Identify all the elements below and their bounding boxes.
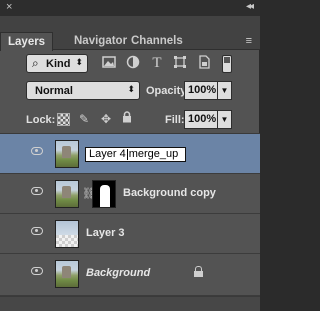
layers-list: Layer 4 merge_up ⛓ Background copy Layer …: [0, 134, 260, 296]
filter-kind-label: Kind: [46, 58, 71, 70]
rename-text-suffix: merge_up: [128, 148, 179, 160]
type-filter-icon[interactable]: T: [149, 55, 165, 71]
layer-thumbnail: [55, 140, 79, 168]
stepper-arrows-icon: ⬍: [127, 84, 135, 94]
opacity-dropdown-icon[interactable]: ▼: [218, 81, 232, 100]
layer-thumbnail: [55, 260, 79, 288]
close-icon[interactable]: ×: [6, 1, 12, 13]
visibility-eye-icon[interactable]: [31, 187, 43, 195]
tab-channels[interactable]: Channels: [131, 33, 183, 50]
blend-row: Normal ⬍ Opacity: 100% ▼: [0, 80, 260, 104]
layer-name-rename-input[interactable]: Layer 4 merge_up: [85, 147, 186, 162]
visibility-eye-icon[interactable]: [31, 267, 43, 275]
panel-footer: [0, 296, 260, 311]
layers-panel: × ◂◂ Layers Navigator Channels ≡ ⌕ Kind …: [0, 0, 260, 311]
adjustment-filter-icon[interactable]: [125, 55, 141, 71]
layer-lock-icon: [194, 266, 203, 277]
visibility-eye-icon[interactable]: [31, 227, 43, 235]
layer-row-layer-4[interactable]: Layer 4 merge_up: [0, 134, 260, 174]
lock-image-pixels-icon[interactable]: ✎: [76, 111, 92, 127]
layer-row-layer-3[interactable]: Layer 3: [0, 214, 260, 254]
opacity-input[interactable]: 100%: [184, 81, 218, 100]
lock-all-icon[interactable]: [119, 111, 135, 127]
fill-label: Fill:: [165, 114, 185, 126]
text-caret: [126, 148, 128, 160]
layer-thumbnail: [55, 220, 79, 248]
shape-filter-icon[interactable]: [172, 55, 188, 71]
layer-row-background-copy[interactable]: ⛓ Background copy: [0, 174, 260, 214]
rename-text-prefix: Layer 4: [89, 148, 126, 160]
collapse-icon[interactable]: ◂◂: [246, 1, 254, 12]
stepper-arrows-icon: ⬍: [75, 57, 83, 67]
layer-mask-thumbnail[interactable]: [92, 180, 116, 208]
panel-tabs: Layers Navigator Channels ≡: [0, 16, 260, 51]
fill-input[interactable]: 100%: [184, 110, 218, 129]
layer-thumbnail: [55, 180, 79, 208]
fill-dropdown-icon[interactable]: ▼: [218, 110, 232, 129]
lock-row: Lock: ✎ ✥ Fill: 100% ▼: [0, 106, 260, 134]
layer-name: Background: [86, 267, 151, 279]
blend-mode-value: Normal: [35, 85, 73, 97]
layer-filter-row: ⌕ Kind ⬍ T: [0, 50, 260, 77]
search-icon: ⌕: [32, 56, 39, 70]
blend-mode-select[interactable]: Normal ⬍: [26, 81, 140, 100]
image-filter-icon[interactable]: [101, 55, 117, 71]
smart-object-filter-icon[interactable]: [196, 55, 212, 71]
lock-label: Lock:: [26, 114, 56, 126]
lock-transparent-pixels-icon[interactable]: [57, 113, 70, 126]
layer-row-background[interactable]: Background: [0, 254, 260, 296]
panel-title-bar: × ◂◂: [0, 0, 260, 16]
layer-name: Background copy: [123, 187, 216, 199]
tab-navigator[interactable]: Navigator: [74, 33, 127, 50]
panel-menu-icon[interactable]: ≡: [246, 35, 252, 47]
layer-name: Layer 3: [86, 227, 125, 239]
filter-toggle-switch[interactable]: [222, 55, 232, 73]
lock-position-icon[interactable]: ✥: [98, 111, 114, 127]
filter-kind-select[interactable]: ⌕ Kind ⬍: [26, 54, 88, 73]
visibility-eye-icon[interactable]: [31, 147, 43, 155]
tab-layers[interactable]: Layers: [0, 32, 54, 51]
